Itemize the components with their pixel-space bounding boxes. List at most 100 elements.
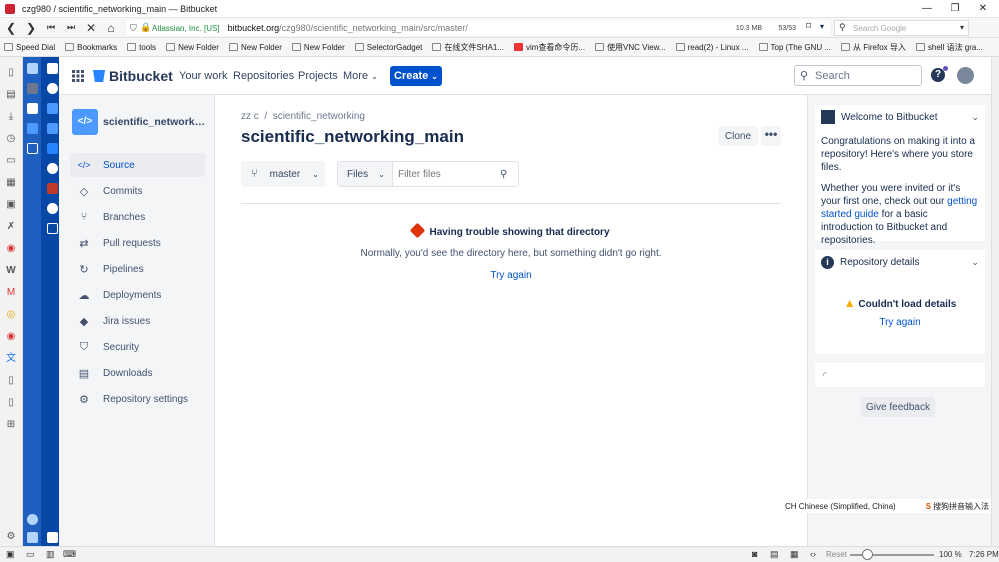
page-icon[interactable]: ▯ (5, 397, 17, 409)
chrome-icon[interactable]: ◎ (5, 309, 17, 321)
bitbucket-tab-icon[interactable] (47, 63, 58, 74)
back-button[interactable]: ❮ (1, 18, 21, 38)
bookmark-item[interactable]: New Folder (228, 43, 282, 52)
history-icon[interactable]: ◷ (5, 133, 17, 145)
tiling-icon[interactable]: ▥ (46, 549, 55, 560)
sidebar-item-downloads[interactable]: ▤ Downloads (70, 361, 205, 385)
bookmark-item[interactable]: New Folder (291, 43, 345, 52)
code-icon[interactable]: ‹› (810, 549, 816, 559)
sidebar-item-repository-settings[interactable]: ⚙ Repository settings (70, 387, 205, 411)
nav-more[interactable]: More ⌄ (343, 70, 378, 82)
repo-name[interactable]: scientific_networking_main (103, 116, 208, 128)
sidebar-item-commits[interactable]: ◇ Commits (70, 179, 205, 203)
close-button[interactable]: ✕ (969, 0, 997, 18)
keyboard-icon[interactable]: ⌨ (63, 549, 76, 560)
zoom-reset[interactable]: Reset (826, 550, 847, 559)
downloads-icon[interactable]: ⤓ (5, 111, 17, 123)
forward-button[interactable]: ❯ (21, 18, 41, 38)
bookmark-item[interactable]: 从 Firefox 导入 (841, 42, 906, 53)
bookmark-item[interactable]: Speed Dial (4, 43, 55, 52)
google-tab-icon[interactable] (47, 163, 58, 174)
ime-name[interactable]: 搜狗拼音输入法 (933, 501, 989, 512)
tab-icon[interactable] (27, 83, 38, 94)
image-icon[interactable]: ▤ (770, 549, 779, 560)
wikipedia-icon[interactable]: W (5, 265, 17, 277)
cloud-icon[interactable] (27, 514, 38, 525)
sidebar-item-security[interactable]: ⛉ Security (70, 335, 205, 359)
breadcrumb-owner[interactable]: zz c (241, 111, 259, 122)
bookmark-item[interactable]: vim查看命令历... (513, 42, 585, 53)
add-tab-icon[interactable] (47, 223, 58, 234)
app-switcher-icon[interactable] (72, 70, 84, 82)
home-button[interactable]: ⌂ (101, 18, 121, 38)
clone-button[interactable]: Clone (718, 126, 758, 146)
nav-your-work[interactable]: Your work (179, 70, 228, 82)
rewind-button[interactable]: ⏮ (41, 18, 61, 38)
reader-icon[interactable]: ▤ (5, 89, 17, 101)
translate-icon[interactable]: ✗ (5, 221, 17, 233)
add-tab-icon[interactable] (27, 143, 38, 154)
mail-icon[interactable]: ▣ (5, 199, 17, 211)
google-tab-icon[interactable] (47, 83, 58, 94)
bitbucket-logo[interactable]: Bitbucket (93, 68, 173, 84)
notes-icon[interactable]: ▭ (5, 155, 17, 167)
tab-icon[interactable] (47, 143, 58, 154)
avatar[interactable] (957, 67, 974, 84)
chevron-down-icon[interactable]: ⌄ (971, 257, 979, 268)
bookmark-item[interactable]: read(2) - Linux ... (675, 43, 749, 52)
trash-icon[interactable] (27, 532, 38, 543)
chevron-down-icon[interactable]: ▾ (960, 23, 964, 32)
create-button[interactable]: Create ⌄ (390, 66, 442, 86)
address-bar[interactable]: ⛉ 🔒 Atlassian, Inc. [US] bitbucket.org/c… (126, 20, 830, 36)
bookmark-item[interactable]: 在线文件SHA1... (432, 42, 504, 53)
url-text[interactable]: bitbucket.org/czg980/scientific_networki… (228, 23, 468, 33)
welcome-card-header[interactable]: Welcome to Bitbucket ⌄ (815, 105, 985, 129)
tab-icon[interactable] (27, 63, 38, 74)
maximize-button[interactable]: ❐ (941, 0, 969, 18)
zoom-level[interactable]: 100 % (939, 550, 962, 559)
try-again-link[interactable]: Try again (216, 270, 806, 281)
zoom-slider-handle[interactable] (862, 549, 873, 560)
bitbucket-tab-icon[interactable] (27, 103, 38, 114)
bookmark-item[interactable]: SelectorGadget (354, 43, 422, 52)
page-actions-icon[interactable]: ▦ (790, 549, 799, 560)
stop-loading-button[interactable]: ✕ (81, 18, 101, 38)
translate-app-icon[interactable]: 文 (5, 353, 17, 365)
bookmark-item[interactable]: New Folder (166, 43, 219, 52)
vivaldi-icon[interactable]: ◉ (5, 243, 17, 255)
tab-icon[interactable] (47, 183, 58, 194)
bookmark-item[interactable]: Top (The GNU ... (758, 43, 831, 52)
bookmark-icon[interactable]: ⌑ (806, 21, 811, 32)
bookmark-item[interactable]: Bookmarks (65, 43, 117, 52)
ime-language[interactable]: CH Chinese (Simplified, China) (785, 502, 896, 511)
atlassian-tab-icon[interactable] (47, 103, 58, 114)
chevron-down-icon[interactable]: ▾ (820, 22, 824, 31)
nav-repositories[interactable]: Repositories (233, 70, 294, 82)
window-panel-icon[interactable]: ▦ (5, 177, 17, 189)
sidebar-item-branches[interactable]: ⑂ Branches (70, 205, 205, 229)
window-icon[interactable]: ▭ (26, 549, 35, 560)
scrollbar[interactable] (991, 57, 999, 546)
tab-icon[interactable] (27, 123, 38, 134)
sidebar-item-source[interactable]: </> Source (70, 153, 205, 177)
google-tab-icon[interactable] (47, 203, 58, 214)
bookmark-item[interactable]: shell 语法 gra... (915, 42, 983, 53)
details-try-again-link[interactable]: Try again (815, 317, 985, 328)
search-input[interactable]: ⚲ Search (794, 65, 922, 86)
add-panel-icon[interactable]: ⊞ (5, 419, 17, 431)
lock-icon[interactable] (47, 532, 58, 543)
panel-toggle-icon[interactable]: ▣ (6, 549, 15, 560)
minimize-button[interactable]: — (913, 0, 941, 18)
settings-icon[interactable]: ⚙ (5, 531, 17, 543)
sidebar-item-pipelines[interactable]: ↻ Pipelines (70, 257, 205, 281)
bookmark-item[interactable]: 使用VNC View... (595, 42, 666, 53)
nav-projects[interactable]: Projects (298, 70, 338, 82)
sidebar-item-pull-requests[interactable]: ⇄ Pull requests (70, 231, 205, 255)
capture-icon[interactable]: ◙ (752, 549, 757, 559)
search-engine-field[interactable]: ⚲ Search Google ▾ (834, 20, 969, 36)
sidebar-item-jira-issues[interactable]: ◆ Jira issues (70, 309, 205, 333)
repo-avatar-icon[interactable]: </> (72, 109, 98, 135)
give-feedback-button[interactable]: Give feedback (861, 397, 935, 417)
page-icon[interactable]: ▯ (5, 375, 17, 387)
bookmarks-panel-icon[interactable]: ▯ (5, 67, 17, 79)
